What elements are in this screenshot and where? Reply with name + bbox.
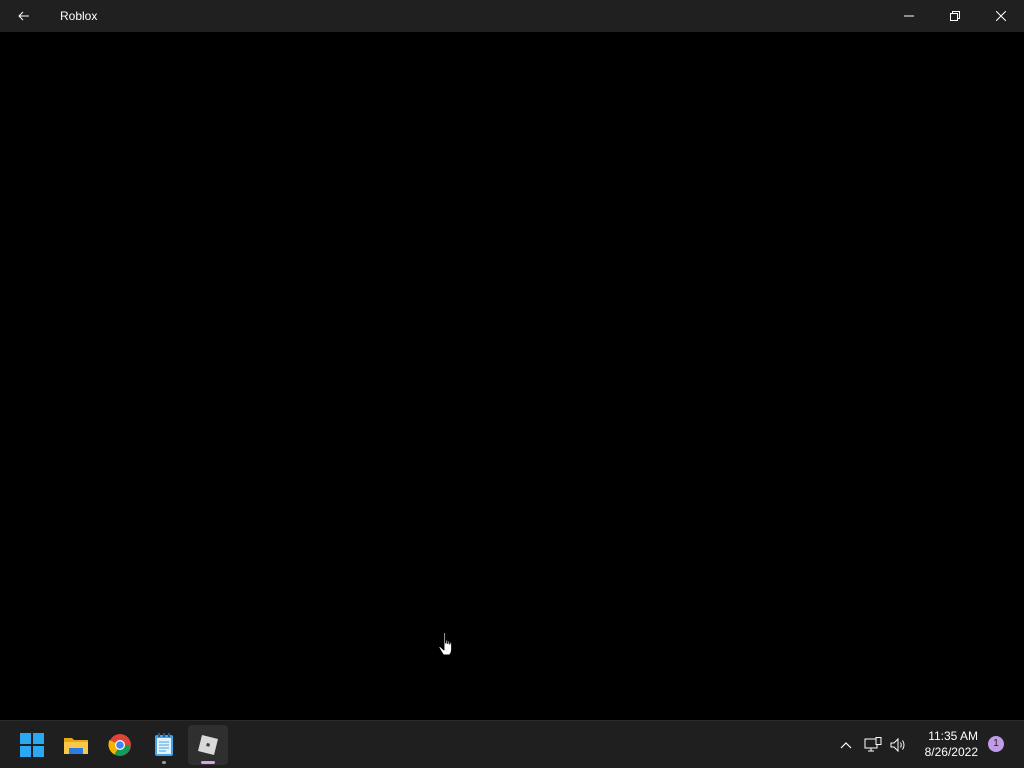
roblox-icon — [198, 735, 218, 755]
active-indicator — [201, 761, 215, 764]
volume-button[interactable] — [888, 733, 910, 757]
taskbar-file-explorer[interactable] — [56, 725, 96, 765]
running-indicator — [162, 761, 166, 764]
network-button[interactable] — [862, 733, 884, 757]
start-button[interactable] — [12, 725, 52, 765]
chevron-up-icon — [840, 742, 852, 749]
taskbar: 11:35 AM 8/26/2022 — [0, 720, 1024, 768]
close-button[interactable] — [978, 0, 1024, 32]
close-icon — [996, 11, 1006, 21]
minimize-button[interactable] — [886, 0, 932, 32]
notification-badge[interactable]: 1 — [988, 736, 1004, 752]
clock-date: 8/26/2022 — [924, 745, 978, 759]
clock[interactable]: 11:35 AM 8/26/2022 — [925, 728, 978, 760]
roblox-window: Roblox — [0, 0, 1024, 720]
window-title: Roblox — [60, 9, 98, 23]
hand-cursor-icon — [438, 632, 453, 656]
restore-icon — [950, 11, 960, 21]
network-icon — [864, 737, 882, 752]
game-content-area[interactable] — [0, 32, 1024, 720]
back-button[interactable] — [0, 0, 48, 32]
arrow-left-icon — [18, 11, 29, 21]
show-hidden-icons-button[interactable] — [836, 733, 856, 757]
folder-icon — [64, 738, 88, 754]
restore-button[interactable] — [932, 0, 978, 32]
title-bar[interactable]: Roblox — [0, 0, 1024, 32]
minimize-icon — [904, 15, 914, 17]
clock-time: 11:35 AM — [928, 729, 978, 743]
taskbar-notepad[interactable] — [144, 725, 184, 765]
volume-icon — [890, 737, 905, 753]
taskbar-chrome[interactable] — [100, 725, 140, 765]
notepad-icon — [155, 733, 173, 756]
taskbar-roblox[interactable] — [188, 725, 228, 765]
windows-logo-icon — [20, 733, 44, 757]
chrome-icon — [108, 734, 131, 756]
